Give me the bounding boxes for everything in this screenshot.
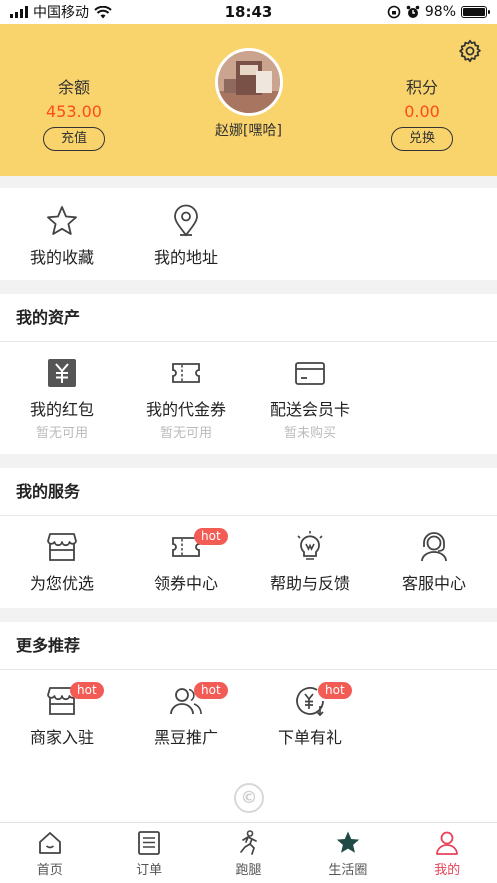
copyright-mark: © <box>234 783 264 813</box>
lightbulb-icon <box>297 531 323 560</box>
coupon-center-label: 领券中心 <box>153 574 218 593</box>
member-card-icon <box>295 362 325 385</box>
tab-orders-label: 订单 <box>136 863 163 878</box>
customer-service-label: 客服中心 <box>401 574 466 593</box>
balance-value: 453.00 <box>46 102 102 121</box>
order-list-icon <box>138 831 160 855</box>
points-label: 积分 <box>405 78 438 97</box>
battery-percent: 98% <box>424 4 456 20</box>
balance-label: 余额 <box>57 78 90 97</box>
quick-links-card: 我的收藏 我的地址 <box>0 188 497 280</box>
more-title: 更多推荐 <box>0 622 497 670</box>
favorites-item[interactable]: 我的收藏 <box>0 204 124 268</box>
gear-icon[interactable] <box>457 38 483 64</box>
order-gift-item[interactable]: 下单有礼 hot <box>248 682 372 748</box>
runner-icon <box>240 830 258 855</box>
tab-mine-label: 我的 <box>434 863 461 878</box>
tab-home[interactable]: 首页 <box>0 823 99 883</box>
tab-life-circle-label: 生活圈 <box>328 863 368 878</box>
hot-badge: hot <box>70 682 104 699</box>
rotation-lock-icon <box>387 5 401 19</box>
address-label: 我的地址 <box>153 248 218 267</box>
tab-life-circle[interactable]: 生活圈 <box>298 823 397 883</box>
member-card-item[interactable]: 配送会员卡 暂未购买 <box>248 356 372 441</box>
order-gift-label: 下单有礼 <box>277 728 342 747</box>
red-packet-icon <box>48 359 76 387</box>
user-icon <box>436 831 459 855</box>
carrier-name: 中国移动 <box>33 5 89 21</box>
hot-badge: hot <box>194 682 228 699</box>
merchant-join-item[interactable]: 商家入驻 hot <box>0 682 124 748</box>
home-icon <box>38 832 61 854</box>
services-title: 我的服务 <box>0 468 497 516</box>
tab-errand[interactable]: 跑腿 <box>199 823 298 883</box>
red-packet-label: 我的红包 <box>29 400 94 419</box>
exchange-button[interactable]: 兑换 <box>391 127 453 151</box>
member-card-status: 暂未购买 <box>283 426 336 441</box>
profile-header: 余额 453.00 充值 赵娜[嘿哈] 积分 0.00 兑换 <box>0 24 497 176</box>
merchant-join-label: 商家入驻 <box>29 728 94 747</box>
assets-card: 我的资产 我的红包 暂无可用 我的代金券 暂无可用 配送会员卡 暂未购买 <box>0 294 497 454</box>
promotion-label: 黑豆推广 <box>153 728 218 747</box>
signal-icon <box>10 6 28 18</box>
wifi-icon <box>94 5 112 18</box>
voucher-label: 我的代金券 <box>145 400 226 419</box>
address-item[interactable]: 我的地址 <box>124 204 248 268</box>
star-icon <box>47 206 77 235</box>
hot-badge: hot <box>318 682 352 699</box>
hot-badge: hot <box>194 528 228 545</box>
avatar[interactable] <box>215 48 283 116</box>
favorites-label: 我的收藏 <box>29 248 94 267</box>
red-packet-item[interactable]: 我的红包 暂无可用 <box>0 356 124 441</box>
services-card: 我的服务 为您优选 领券中心 hot 帮助与反馈 客服中心 <box>0 468 497 608</box>
preferred-label: 为您优选 <box>29 574 94 593</box>
battery-icon <box>461 6 490 18</box>
customer-service-icon <box>421 532 447 562</box>
bottom-tab-bar: 首页 订单 跑腿 生活圈 我的 <box>0 822 497 883</box>
help-feedback-item[interactable]: 帮助与反馈 <box>248 530 372 594</box>
coupon-center-item[interactable]: 领券中心 hot <box>124 528 248 594</box>
red-packet-status: 暂无可用 <box>35 426 88 441</box>
preferred-item[interactable]: 为您优选 <box>0 530 124 594</box>
tab-home-label: 首页 <box>36 863 63 878</box>
assets-title: 我的资产 <box>0 294 497 342</box>
member-card-label: 配送会员卡 <box>269 400 350 419</box>
avatar-photo <box>218 51 280 113</box>
voucher-status: 暂无可用 <box>159 426 212 441</box>
status-bar: 中国移动 18:43 98% <box>0 0 497 24</box>
store-icon <box>47 533 77 561</box>
star-filled-icon <box>336 831 360 853</box>
voucher-icon <box>172 363 200 383</box>
tab-mine[interactable]: 我的 <box>398 823 497 883</box>
alarm-icon <box>406 5 420 18</box>
location-pin-icon <box>174 204 198 237</box>
points-value: 0.00 <box>404 102 440 121</box>
tab-orders[interactable]: 订单 <box>99 823 198 883</box>
customer-service-item[interactable]: 客服中心 <box>372 530 496 594</box>
voucher-item[interactable]: 我的代金券 暂无可用 <box>124 356 248 441</box>
help-feedback-label: 帮助与反馈 <box>269 574 350 593</box>
tab-errand-label: 跑腿 <box>235 863 262 878</box>
promotion-item[interactable]: 黑豆推广 hot <box>124 682 248 748</box>
